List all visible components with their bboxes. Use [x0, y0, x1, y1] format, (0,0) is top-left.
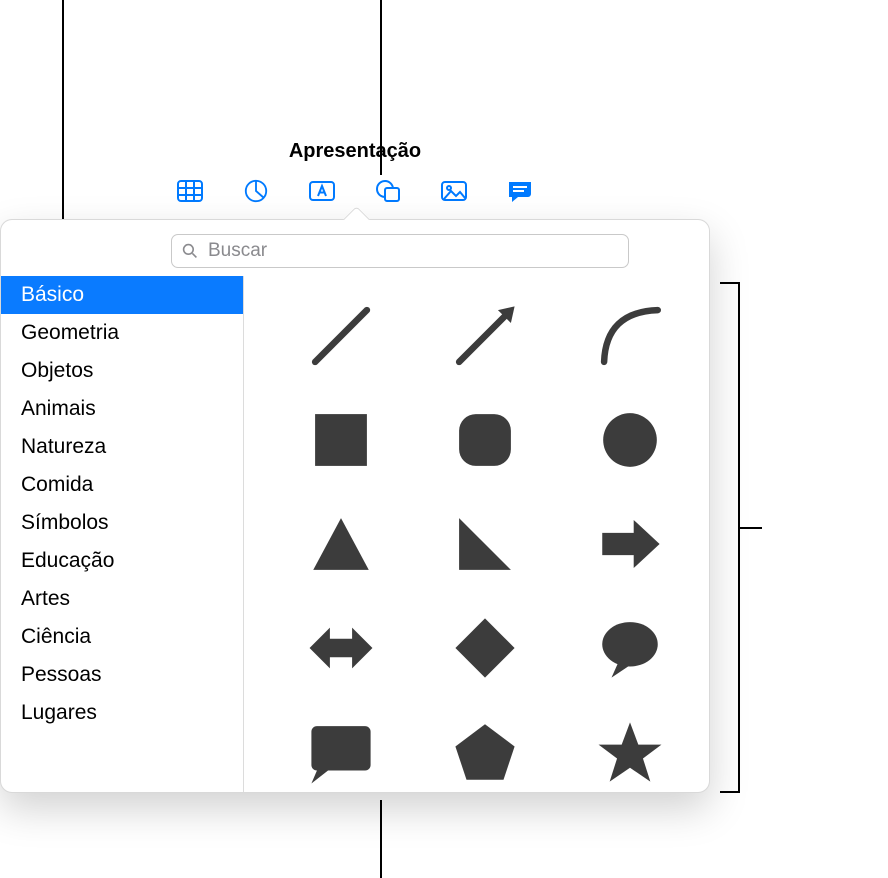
- media-icon: [440, 178, 468, 204]
- search-icon: [182, 243, 198, 259]
- sidebar-item-comida[interactable]: Comida: [1, 466, 243, 504]
- chart-icon: [242, 178, 270, 204]
- sidebar-item-label: Pessoas: [21, 663, 102, 686]
- callout-bracket-top: [720, 282, 740, 284]
- search-field[interactable]: [171, 234, 629, 268]
- callout-bracket-upper: [738, 282, 740, 527]
- callout-bracket-mid: [738, 527, 762, 529]
- shape-line[interactable]: [284, 286, 398, 386]
- sidebar-item-natureza[interactable]: Natureza: [1, 428, 243, 466]
- sidebar-item-label: Animais: [21, 397, 96, 420]
- sidebar-item-objetos[interactable]: Objetos: [1, 352, 243, 390]
- shape-icon: [374, 178, 402, 204]
- insert-media-button[interactable]: [438, 177, 470, 205]
- shape-arrow-right[interactable]: [573, 494, 687, 594]
- search-row: [1, 220, 709, 276]
- sidebar-item-label: Geometria: [21, 321, 119, 344]
- sidebar-item-geometria[interactable]: Geometria: [1, 314, 243, 352]
- sidebar-item-educacao[interactable]: Educação: [1, 542, 243, 580]
- shape-arrow-line[interactable]: [428, 286, 542, 386]
- category-sidebar: Básico Geometria Objetos Animais Naturez…: [1, 276, 244, 792]
- search-input[interactable]: [206, 239, 618, 263]
- popover-body: Básico Geometria Objetos Animais Naturez…: [1, 276, 709, 792]
- sidebar-item-label: Artes: [21, 587, 70, 610]
- callout-line-grid: [380, 800, 382, 878]
- shape-pentagon[interactable]: [428, 702, 542, 792]
- insert-comment-button[interactable]: [504, 177, 536, 205]
- shape-square[interactable]: [284, 390, 398, 490]
- shape-circle[interactable]: [573, 390, 687, 490]
- sidebar-item-simbolos[interactable]: Símbolos: [1, 504, 243, 542]
- callout-bracket-bottom: [720, 791, 740, 793]
- sidebar-item-ciencia[interactable]: Ciência: [1, 618, 243, 656]
- shape-callout-square[interactable]: [284, 702, 398, 792]
- insert-chart-button[interactable]: [240, 177, 272, 205]
- insert-shape-button[interactable]: [372, 177, 404, 205]
- sidebar-item-artes[interactable]: Artes: [1, 580, 243, 618]
- shape-diamond[interactable]: [428, 598, 542, 698]
- sidebar-item-label: Lugares: [21, 701, 97, 724]
- shape-star[interactable]: [573, 702, 687, 792]
- sidebar-item-basico[interactable]: Básico: [1, 276, 243, 314]
- shape-rounded-square[interactable]: [428, 390, 542, 490]
- sidebar-item-label: Natureza: [21, 435, 106, 458]
- insert-text-button[interactable]: [306, 177, 338, 205]
- sidebar-item-label: Educação: [21, 549, 114, 572]
- shape-right-triangle[interactable]: [428, 494, 542, 594]
- shapes-popover: Básico Geometria Objetos Animais Naturez…: [0, 219, 710, 793]
- table-icon: [176, 178, 204, 204]
- text-icon: [308, 178, 336, 204]
- comment-icon: [506, 178, 534, 204]
- sidebar-item-label: Símbolos: [21, 511, 109, 534]
- insert-table-button[interactable]: [174, 177, 206, 205]
- window-title: Apresentação: [0, 128, 710, 173]
- shape-curve[interactable]: [573, 286, 687, 386]
- sidebar-item-label: Básico: [21, 283, 84, 306]
- shapes-grid: [244, 276, 709, 792]
- shapes-panel: Apresentação: [0, 128, 710, 793]
- shape-arrow-left-right[interactable]: [284, 598, 398, 698]
- sidebar-item-label: Ciência: [21, 625, 91, 648]
- sidebar-item-animais[interactable]: Animais: [1, 390, 243, 428]
- sidebar-item-pessoas[interactable]: Pessoas: [1, 656, 243, 694]
- shape-speech-bubble[interactable]: [573, 598, 687, 698]
- callout-bracket-lower: [738, 527, 740, 793]
- sidebar-item-lugares[interactable]: Lugares: [1, 694, 243, 732]
- shape-triangle[interactable]: [284, 494, 398, 594]
- sidebar-item-label: Objetos: [21, 359, 93, 382]
- sidebar-item-label: Comida: [21, 473, 93, 496]
